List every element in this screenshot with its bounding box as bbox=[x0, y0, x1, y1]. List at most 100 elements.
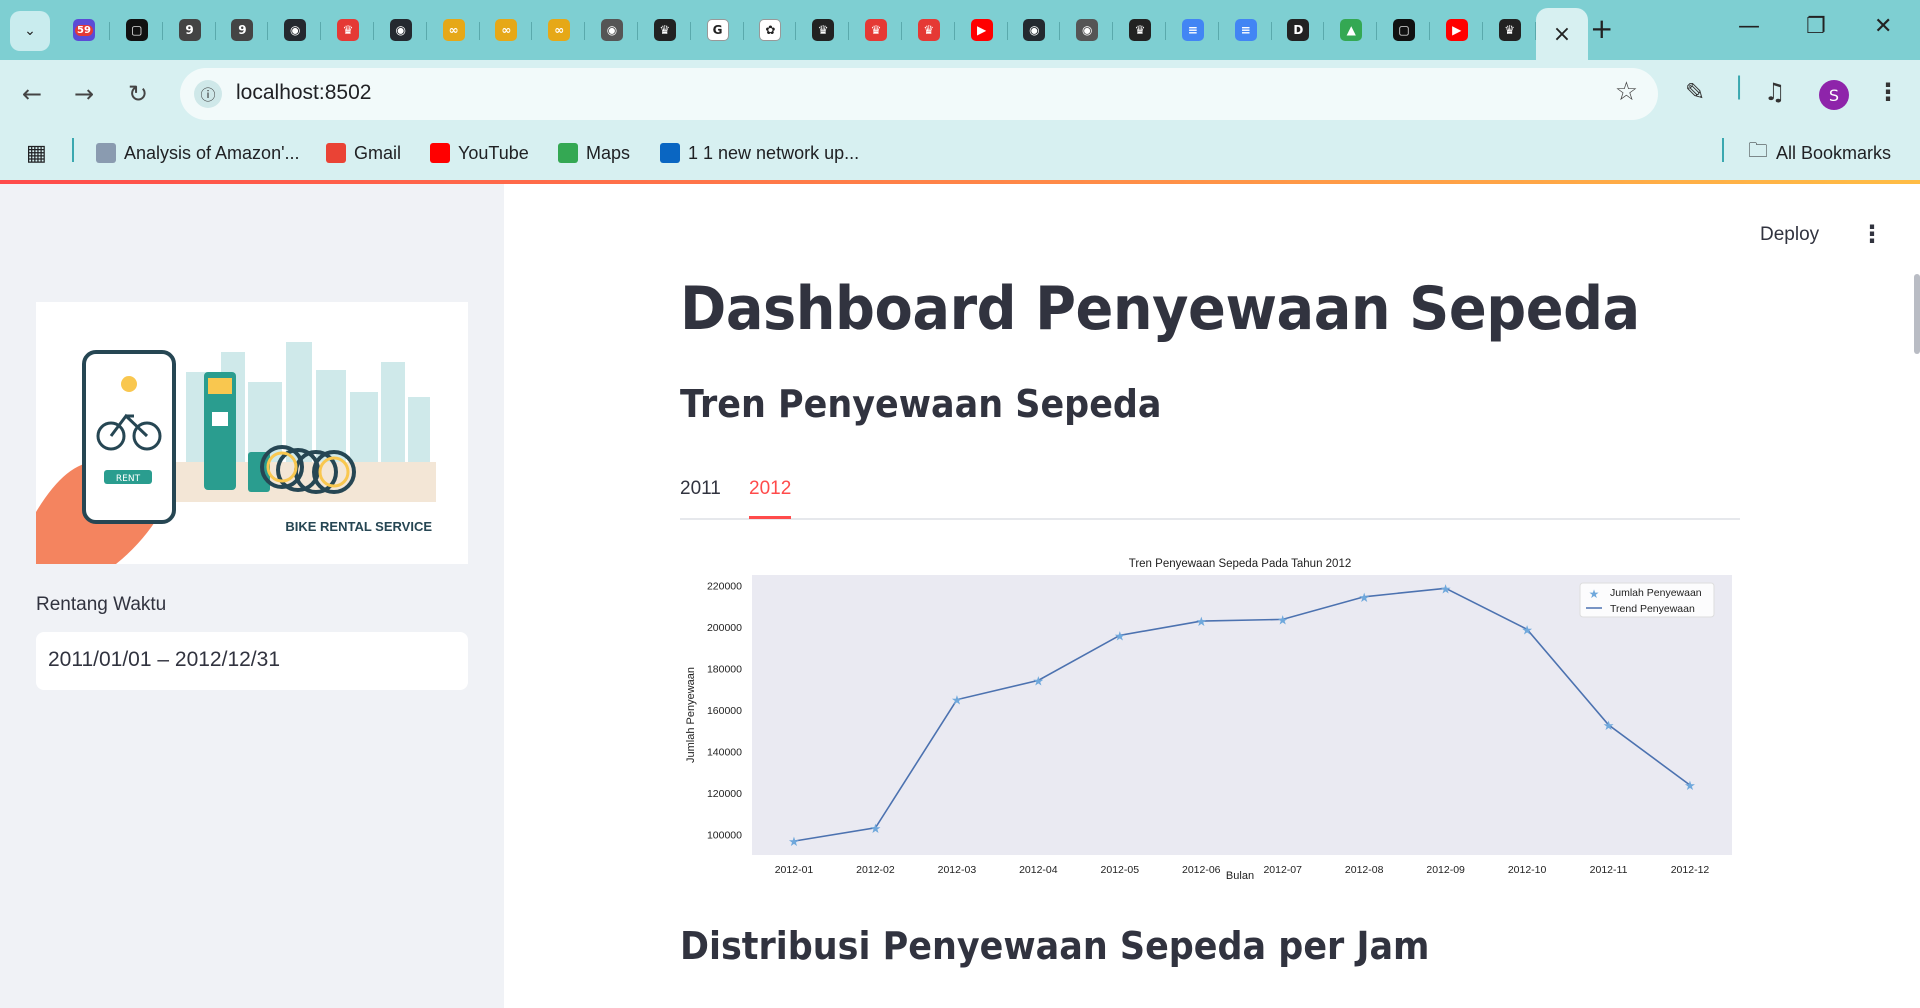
data-point-star: ★ bbox=[1358, 590, 1370, 605]
site-info-icon[interactable]: ⓘ bbox=[194, 80, 222, 108]
bookmark-item[interactable]: YouTube bbox=[430, 140, 529, 166]
bookmark-item[interactable]: 1 1 new network up... bbox=[660, 140, 859, 166]
browser-tab[interactable]: ♛ bbox=[322, 10, 374, 50]
new-tab-button[interactable]: + bbox=[1590, 12, 1613, 45]
restore-button[interactable]: ❐ bbox=[1806, 14, 1826, 39]
y-tick-label: 140000 bbox=[707, 746, 742, 758]
browser-tab[interactable]: ♛ bbox=[850, 10, 902, 50]
section-title-trend: Tren Penyewaan Sepeda bbox=[680, 382, 1162, 426]
browser-tab[interactable]: ▶ bbox=[1431, 10, 1483, 50]
extensions-icon[interactable]: ✎ bbox=[1685, 78, 1705, 106]
browser-tab[interactable]: ♛ bbox=[797, 10, 850, 50]
browser-menu-icon[interactable]: ⋮ bbox=[1876, 78, 1900, 106]
github-icon: ◉ bbox=[284, 19, 307, 41]
browser-tab[interactable]: ≡ bbox=[1167, 10, 1219, 50]
browser-tab[interactable]: ◉ bbox=[375, 10, 427, 50]
forward-icon[interactable]: → bbox=[74, 80, 94, 108]
youtube-icon: ▶ bbox=[1445, 19, 1468, 41]
y-axis-label: Jumlah Penyewaan bbox=[685, 667, 697, 763]
data-point-star: ★ bbox=[1114, 628, 1126, 643]
browser-tab[interactable]: ▶ bbox=[956, 10, 1008, 50]
bookmarks-bar: ▦ Analysis of Amazon'... Gmail YouTube Maps… bbox=[0, 128, 1920, 180]
deploy-button[interactable]: Deploy bbox=[1760, 224, 1819, 246]
browser-tab[interactable]: ◉ bbox=[586, 10, 638, 50]
x-tick-label: 2012-10 bbox=[1508, 864, 1547, 876]
data-point-star: ★ bbox=[1603, 718, 1615, 733]
tab-search-button[interactable]: ⌄ bbox=[10, 11, 50, 51]
infinity-icon: ∞ bbox=[442, 19, 465, 41]
bookmark-item[interactable]: Gmail bbox=[326, 140, 401, 166]
maps-icon bbox=[558, 143, 578, 163]
bookmark-item[interactable]: Analysis of Amazon'... bbox=[96, 140, 300, 166]
browser-tab[interactable]: ∞ bbox=[533, 10, 586, 50]
close-tab-icon[interactable]: × bbox=[1551, 22, 1573, 47]
browser-tab[interactable]: ♛ bbox=[1114, 10, 1166, 50]
year-tabs: 2011 2012 bbox=[680, 474, 1740, 520]
google-icon: G bbox=[706, 19, 729, 41]
crown-dark-icon: ♛ bbox=[812, 19, 835, 41]
all-bookmarks-button[interactable]: 🗀 All Bookmarks bbox=[1748, 140, 1891, 166]
browser-tab[interactable]: ∞ bbox=[480, 10, 533, 50]
legend-series-2: Trend Penyewaan bbox=[1610, 603, 1695, 615]
browser-tab[interactable]: ◉ bbox=[269, 10, 322, 50]
close-window-button[interactable]: ✕ bbox=[1874, 14, 1892, 39]
bookmark-star-icon[interactable]: ☆ bbox=[1615, 77, 1638, 107]
g-letter-icon: 9 bbox=[178, 19, 201, 41]
x-tick-label: 2012-04 bbox=[1019, 864, 1058, 876]
y-tick-label: 220000 bbox=[707, 580, 742, 592]
data-point-star: ★ bbox=[1521, 622, 1533, 637]
url-text[interactable]: localhost:8502 bbox=[236, 81, 371, 105]
browser-tab[interactable]: ◉ bbox=[1008, 10, 1061, 50]
x-tick-label: 2012-12 bbox=[1671, 864, 1710, 876]
data-point-star: ★ bbox=[870, 821, 882, 836]
tab-2011[interactable]: 2011 bbox=[680, 478, 721, 500]
main-menu-icon[interactable]: ⋮ bbox=[1860, 220, 1884, 248]
back-icon[interactable]: ← bbox=[22, 80, 42, 108]
date-range-input[interactable]: 2011/01/01 – 2012/12/31 bbox=[36, 632, 468, 690]
browser-tab[interactable]: ▲ bbox=[1325, 10, 1378, 50]
browser-tab[interactable]: ♛ bbox=[639, 10, 691, 50]
data-point-star: ★ bbox=[788, 834, 800, 849]
bookmark-item[interactable]: Maps bbox=[558, 140, 630, 166]
browser-tab[interactable]: ♛ bbox=[903, 10, 955, 50]
x-tick-label: 2012-09 bbox=[1426, 864, 1465, 876]
browser-tab[interactable]: ✿ bbox=[744, 10, 797, 50]
date-range-label: Rentang Waktu bbox=[36, 594, 167, 615]
main-content: Deploy ⋮ Dashboard Penyewaan Sepeda Tren… bbox=[504, 184, 1920, 1008]
media-control-icon[interactable]: ♫ bbox=[1764, 78, 1786, 106]
crown-icon: ♛ bbox=[337, 19, 359, 41]
minimize-button[interactable]: — bbox=[1738, 14, 1760, 39]
apps-grid-icon[interactable]: ▦ bbox=[26, 140, 47, 166]
tab-2012[interactable]: 2012 bbox=[749, 478, 791, 500]
y-tick-label: 100000 bbox=[707, 829, 742, 841]
browser-tab[interactable]: 59 bbox=[58, 10, 110, 50]
d-letter-icon: D bbox=[1287, 19, 1310, 41]
active-tab[interactable]: × bbox=[1536, 8, 1588, 60]
scrollbar[interactable] bbox=[1914, 274, 1920, 354]
browser-tab[interactable]: ◉ bbox=[1061, 10, 1114, 50]
reload-icon[interactable]: ↻ bbox=[128, 80, 148, 108]
chevron-down-icon: ⌄ bbox=[24, 23, 36, 39]
openai-icon: ✿ bbox=[759, 19, 782, 41]
bike-rental-image: RENT BIKE RENTAL SERVICE bbox=[36, 302, 468, 564]
x-tick-label: 2012-02 bbox=[856, 864, 895, 876]
data-point-star: ★ bbox=[1277, 612, 1289, 627]
browser-tab[interactable]: 9 bbox=[164, 10, 216, 50]
browser-tab[interactable]: ▢ bbox=[1378, 10, 1430, 50]
notification-badge-icon: 59 bbox=[73, 19, 95, 41]
bookmark-label: Analysis of Amazon'... bbox=[124, 142, 300, 163]
gmail-icon bbox=[326, 143, 346, 163]
address-bar[interactable]: ⓘ localhost:8502 ☆ bbox=[180, 68, 1658, 120]
data-point-star: ★ bbox=[1033, 673, 1045, 688]
x-tick-label: 2012-11 bbox=[1590, 864, 1628, 876]
browser-tab[interactable]: ≡ bbox=[1220, 10, 1272, 50]
browser-tab[interactable]: ∞ bbox=[428, 10, 480, 50]
chart-legend: ★ Jumlah Penyewaan Trend Penyewaan bbox=[1579, 582, 1715, 618]
browser-tab[interactable]: G bbox=[692, 10, 744, 50]
browser-tab[interactable]: ♛ bbox=[1484, 10, 1536, 50]
browser-tab[interactable]: D bbox=[1272, 10, 1325, 50]
browser-tab[interactable]: ▢ bbox=[111, 10, 163, 50]
profile-avatar[interactable]: S bbox=[1819, 80, 1849, 110]
browser-tab[interactable]: 9 bbox=[216, 10, 269, 50]
x-tick-label: 2012-05 bbox=[1101, 864, 1140, 876]
